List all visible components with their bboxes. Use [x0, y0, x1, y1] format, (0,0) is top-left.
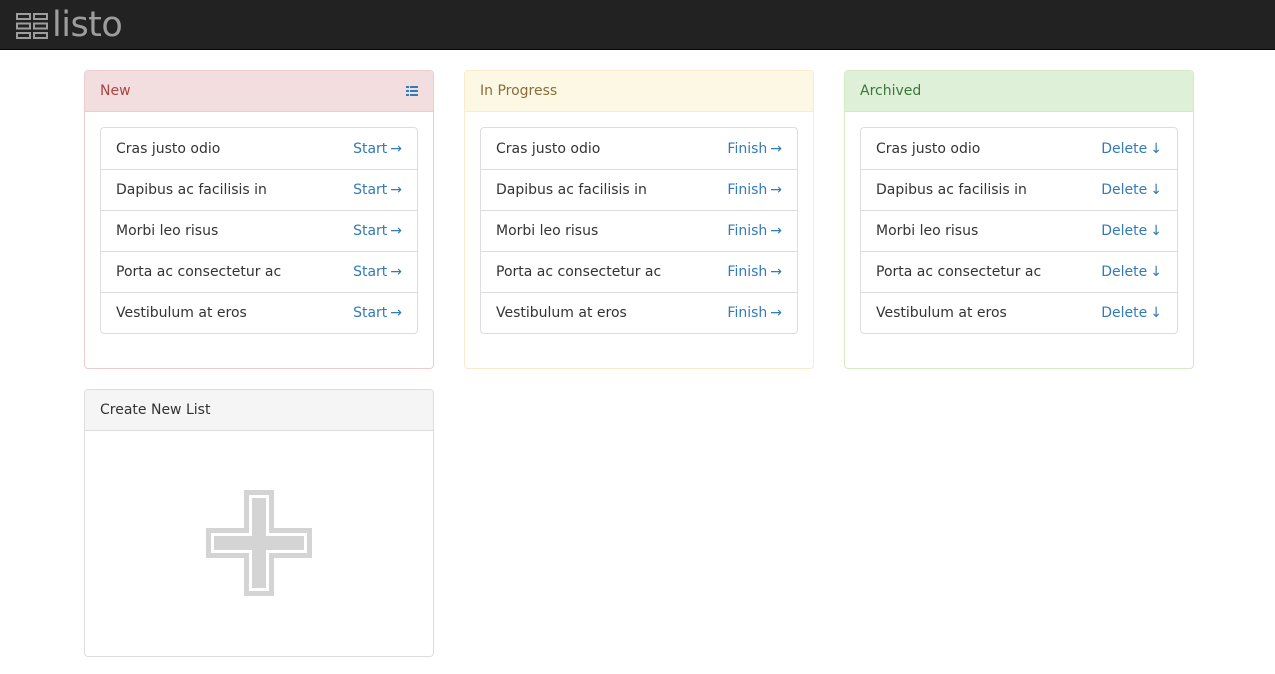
item-label: Cras justo odio — [116, 140, 221, 157]
list-item: Cras justo odio Start → — [101, 128, 417, 169]
item-label: Cras justo odio — [876, 140, 981, 157]
panel-title-new: New — [100, 83, 131, 99]
list-item: Morbi leo risus Finish → — [481, 210, 797, 251]
list-item: Morbi leo risus Start → — [101, 210, 417, 251]
arrow-right-icon: → — [390, 182, 402, 198]
list-group-archived: Cras justo odio Delete ↓ Dapibus ac facil… — [860, 127, 1178, 334]
delete-button[interactable]: Delete ↓ — [1101, 182, 1162, 198]
item-label: Dapibus ac facilisis in — [116, 182, 267, 198]
arrow-down-icon: ↓ — [1150, 223, 1162, 239]
item-label: Dapibus ac facilisis in — [496, 182, 647, 198]
list-item: Porta ac consectetur ac Finish → — [481, 251, 797, 292]
item-label: Vestibulum at eros — [876, 305, 1007, 321]
arrow-down-icon: ↓ — [1150, 140, 1162, 157]
finish-button[interactable]: Finish → — [727, 264, 782, 280]
arrow-right-icon: → — [770, 140, 782, 157]
start-button[interactable]: Start → — [353, 264, 402, 280]
finish-button[interactable]: Finish → — [727, 305, 782, 321]
delete-button[interactable]: Delete ↓ — [1101, 223, 1162, 239]
grid-list-icon[interactable] — [406, 85, 418, 97]
arrow-right-icon: → — [390, 305, 402, 321]
delete-button[interactable]: Delete ↓ — [1101, 264, 1162, 280]
list-item: Cras justo odio Finish → — [481, 128, 797, 169]
list-group-new: Cras justo odio Start → Dapibus ac facili… — [100, 127, 418, 334]
delete-button[interactable]: Delete ↓ — [1101, 305, 1162, 321]
finish-button[interactable]: Finish → — [727, 141, 782, 157]
panel-title-archived: Archived — [860, 83, 922, 99]
list-item: Dapibus ac facilisis in Delete ↓ — [861, 169, 1177, 210]
arrow-down-icon: ↓ — [1150, 305, 1162, 321]
arrow-down-icon: ↓ — [1150, 264, 1162, 280]
list-panel-archived: Archived Cras justo odio Delete ↓ Dapibus… — [844, 70, 1194, 369]
brand-link[interactable]: listo — [16, 3, 123, 47]
list-item: Dapibus ac facilisis in Finish → — [481, 169, 797, 210]
list-item: Vestibulum at eros Finish → — [481, 292, 797, 333]
list-item: Vestibulum at eros Delete ↓ — [861, 292, 1177, 333]
item-label: Porta ac consectetur ac — [496, 264, 662, 280]
list-item: Morbi leo risus Delete ↓ — [861, 210, 1177, 251]
panel-heading-create: Create New List — [85, 390, 433, 431]
item-label: Porta ac consectetur ac — [116, 264, 282, 280]
arrow-right-icon: → — [390, 140, 402, 157]
arrow-down-icon: ↓ — [1150, 182, 1162, 198]
item-label: Morbi leo risus — [496, 223, 599, 239]
start-button[interactable]: Start → — [353, 141, 402, 157]
panel-body-new: Cras justo odio Start → Dapibus ac facili… — [85, 112, 433, 369]
item-label: Morbi leo risus — [876, 223, 979, 239]
item-label: Vestibulum at eros — [496, 305, 627, 321]
brand-name: listo — [52, 5, 123, 45]
arrow-right-icon: → — [770, 182, 782, 198]
arrow-right-icon: → — [390, 264, 402, 280]
start-button[interactable]: Start → — [353, 223, 402, 239]
list-panel-new: New Cras justo odio Start → Dapibus ac fa… — [84, 70, 434, 369]
arrow-right-icon: → — [770, 223, 782, 239]
create-list-area[interactable] — [85, 431, 433, 655]
item-label: Vestibulum at eros — [116, 305, 247, 321]
list-panel-in-progress: In Progress Cras justo odio Finish → Dapi… — [464, 70, 814, 369]
arrow-right-icon: → — [770, 305, 782, 321]
list-group-in-progress: Cras justo odio Finish → Dapibus ac facil… — [480, 127, 798, 334]
finish-button[interactable]: Finish → — [727, 182, 782, 198]
list-item: Porta ac consectetur ac Start → — [101, 251, 417, 292]
navbar: listo — [0, 0, 1275, 50]
delete-button[interactable]: Delete ↓ — [1101, 141, 1162, 157]
item-label: Cras justo odio — [496, 140, 601, 157]
item-label: Porta ac consectetur ac — [876, 264, 1042, 280]
panel-heading-in-progress: In Progress — [465, 71, 813, 112]
panel-body-in-progress: Cras justo odio Finish → Dapibus ac facil… — [465, 112, 813, 369]
create-list-panel[interactable]: Create New List — [84, 389, 434, 657]
panel-title-create: Create New List — [100, 402, 211, 418]
panel-title-in-progress: In Progress — [480, 83, 558, 99]
start-button[interactable]: Start → — [353, 305, 402, 321]
arrow-right-icon: → — [770, 264, 782, 280]
panel-heading-archived: Archived — [845, 71, 1193, 112]
panel-body-archived: Cras justo odio Delete ↓ Dapibus ac facil… — [845, 112, 1193, 369]
panel-heading-new: New — [85, 71, 433, 112]
list-item: Cras justo odio Delete ↓ — [861, 128, 1177, 169]
list-item: Porta ac consectetur ac Delete ↓ — [861, 251, 1177, 292]
plus-icon[interactable] — [206, 490, 312, 596]
list-item: Vestibulum at eros Start → — [101, 292, 417, 333]
item-label: Dapibus ac facilisis in — [876, 182, 1027, 198]
item-label: Morbi leo risus — [116, 223, 219, 239]
start-button[interactable]: Start → — [353, 182, 402, 198]
arrow-right-icon: → — [390, 223, 402, 239]
list-item: Dapibus ac facilisis in Start → — [101, 169, 417, 210]
stacked-lines-icon — [16, 13, 48, 39]
finish-button[interactable]: Finish → — [727, 223, 782, 239]
